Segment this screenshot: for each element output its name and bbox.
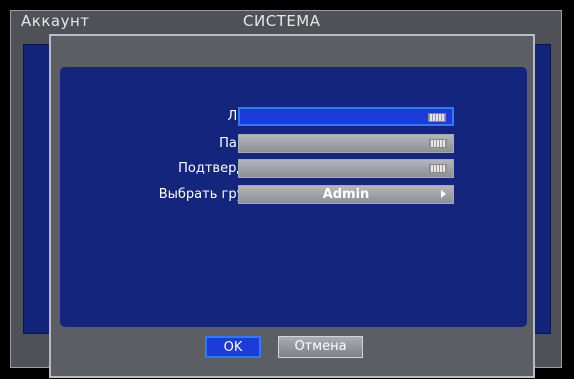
chevron-right-icon[interactable] xyxy=(441,190,446,198)
keyboard-icon[interactable] xyxy=(429,164,447,173)
password-field[interactable] xyxy=(238,134,454,153)
group-select[interactable]: Admin xyxy=(238,185,454,204)
keyboard-icon[interactable] xyxy=(428,113,446,122)
ok-button[interactable]: OK xyxy=(205,336,261,358)
login-field[interactable] xyxy=(238,107,454,126)
account-title: Аккаунт xyxy=(21,12,90,30)
account-dialog: Логин Пароль Подтвердить Выбрать группу … xyxy=(49,34,535,378)
main-window: Аккаунт СИСТЕМА Логин Пароль Подтвердить… xyxy=(10,10,562,378)
keyboard-icon[interactable] xyxy=(429,139,447,148)
system-title: СИСТЕМА xyxy=(243,12,321,30)
dialog-content: Логин Пароль Подтвердить Выбрать группу … xyxy=(60,67,527,327)
cancel-button[interactable]: Отмена xyxy=(278,336,363,358)
confirm-field[interactable] xyxy=(238,159,454,178)
group-value: Admin xyxy=(322,187,370,202)
